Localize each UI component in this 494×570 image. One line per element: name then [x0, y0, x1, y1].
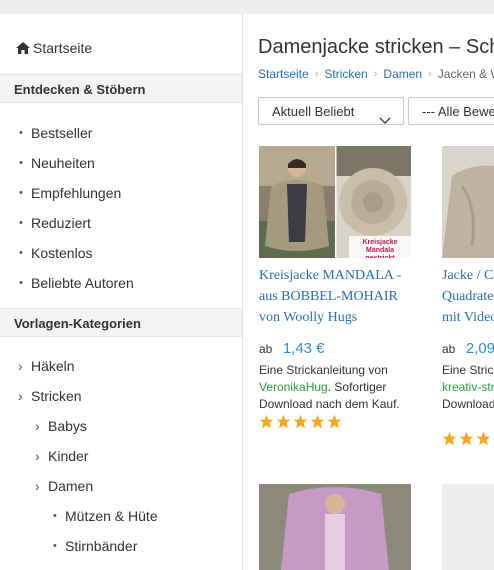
bullet-icon: • [19, 157, 23, 169]
sidebar-item-bestseller[interactable]: • Bestseller [0, 118, 242, 148]
bullet-icon: • [53, 510, 57, 522]
seller-link[interactable]: VeronikaHug [259, 380, 328, 394]
seller-link[interactable]: kreativ-stricken [442, 380, 494, 394]
main-content: Damenjacke stricken – Schnittmuster & An… [243, 14, 494, 570]
rating-filter-value: --- Alle Bewertungen --- [422, 104, 494, 119]
sort-select[interactable]: Aktuell Beliebt [258, 97, 404, 125]
sidebar-item-empfehlungen[interactable]: • Empfehlungen [0, 178, 242, 208]
product-image[interactable] [442, 146, 494, 258]
star-icon [476, 431, 491, 446]
star-icon [276, 414, 291, 429]
product-image[interactable] [442, 484, 494, 570]
sidebar-item-muetzen-huete[interactable]: • Mützen & Hüte [0, 501, 242, 531]
product-image[interactable]: Kreisjacke Mandala gestrickt [259, 146, 411, 258]
top-bar [0, 0, 494, 14]
product-description: Eine Strickanleitung von kreativ-stricke… [442, 362, 494, 413]
product-image[interactable] [259, 484, 411, 570]
breadcrumb-current: Jacken & Westen [437, 67, 494, 81]
bullet-icon: • [19, 277, 23, 289]
price-prefix: ab [442, 342, 456, 356]
chevron-right-icon: › [35, 478, 40, 494]
product-price: ab 1,43 € [259, 340, 325, 358]
sidebar-item-neuheiten[interactable]: • Neuheiten [0, 148, 242, 178]
chevron-right-icon: › [18, 388, 23, 404]
chevron-right-icon: › [35, 418, 40, 434]
product-image-caption: Kreisjacke Mandala gestrickt [362, 239, 398, 258]
home-icon [16, 42, 30, 54]
section-title-discover: Entdecken & Stöbern [0, 74, 242, 103]
breadcrumb-separator-icon: › [373, 68, 378, 80]
breadcrumb-separator-icon: › [314, 68, 319, 80]
rating-filter-select[interactable]: --- Alle Bewertungen --- [408, 97, 494, 125]
sidebar-item-kinder[interactable]: › Kinder [0, 441, 242, 471]
chevron-right-icon: › [35, 448, 40, 464]
rating-stars [442, 431, 494, 446]
breadcrumb-stricken[interactable]: Stricken [324, 67, 367, 81]
sidebar-item-stricken[interactable]: › Stricken [0, 381, 242, 411]
sidebar-item-kostenlos[interactable]: • Kostenlos [0, 238, 242, 268]
sort-select-value: Aktuell Beliebt [272, 104, 355, 119]
star-icon [259, 414, 274, 429]
sidebar-item-reduziert[interactable]: • Reduziert [0, 208, 242, 238]
discover-list: • Bestseller • Neuheiten • Empfehlungen • Re… [0, 118, 242, 298]
product-price: ab 2,09 € [442, 340, 494, 358]
price-prefix: ab [259, 342, 273, 356]
page-title: Damenjacke stricken – Schnittmuster & An… [258, 36, 494, 58]
breadcrumb: Startseite › Stricken › Damen › Jacken &… [258, 67, 494, 81]
bullet-icon: • [19, 247, 23, 259]
sidebar-item-stirnbaender[interactable]: • Stirnbänder [0, 531, 242, 561]
sidebar-item-haekeln[interactable]: › Häkeln [0, 351, 242, 381]
sidebar-item-beliebte-autoren[interactable]: • Beliebte Autoren [0, 268, 242, 298]
price-amount: 1,43 € [282, 340, 325, 357]
bullet-icon: • [53, 540, 57, 552]
sidebar-home-link[interactable]: Startseite [16, 40, 92, 56]
sidebar-item-damen[interactable]: › Damen [0, 471, 242, 501]
rating-stars [259, 414, 342, 429]
chevron-right-icon: › [18, 358, 23, 374]
product-title[interactable]: Jacke / Cardigan aus Quadraten stricken,… [442, 265, 494, 328]
chevron-down-icon [379, 107, 391, 135]
breadcrumb-damen[interactable]: Damen [383, 67, 422, 81]
star-icon [442, 431, 457, 446]
star-icon [293, 414, 308, 429]
sidebar-home-label: Startseite [33, 40, 93, 56]
breadcrumb-startseite[interactable]: Startseite [258, 67, 309, 81]
bullet-icon: • [19, 127, 23, 139]
bullet-icon: • [19, 217, 23, 229]
star-icon [327, 414, 342, 429]
star-icon [459, 431, 474, 446]
product-title[interactable]: Kreisjacke MANDALA - aus BOBBEL-MOHAIR v… [259, 265, 419, 328]
star-icon [310, 414, 325, 429]
bullet-icon: • [19, 187, 23, 199]
section-title-categories: Vorlagen-Kategorien [0, 308, 242, 337]
sidebar-item-babys[interactable]: › Babys [0, 411, 242, 441]
product-card[interactable]: Jacke / Cardigan aus Quadraten stricken,… [442, 146, 494, 446]
product-card[interactable]: Kreisjacke Mandala gestrickt Kreisjacke … [259, 146, 419, 436]
breadcrumb-separator-icon: › [428, 68, 432, 80]
sidebar: Startseite Entdecken & Stöbern • Bestsell… [0, 14, 243, 570]
price-amount: 2,09 € [465, 340, 494, 357]
category-list: › Häkeln › Stricken › Babys › Kinder › Damen … [0, 351, 242, 561]
product-description: Eine Strickanleitung von VeronikaHug. So… [259, 363, 400, 411]
